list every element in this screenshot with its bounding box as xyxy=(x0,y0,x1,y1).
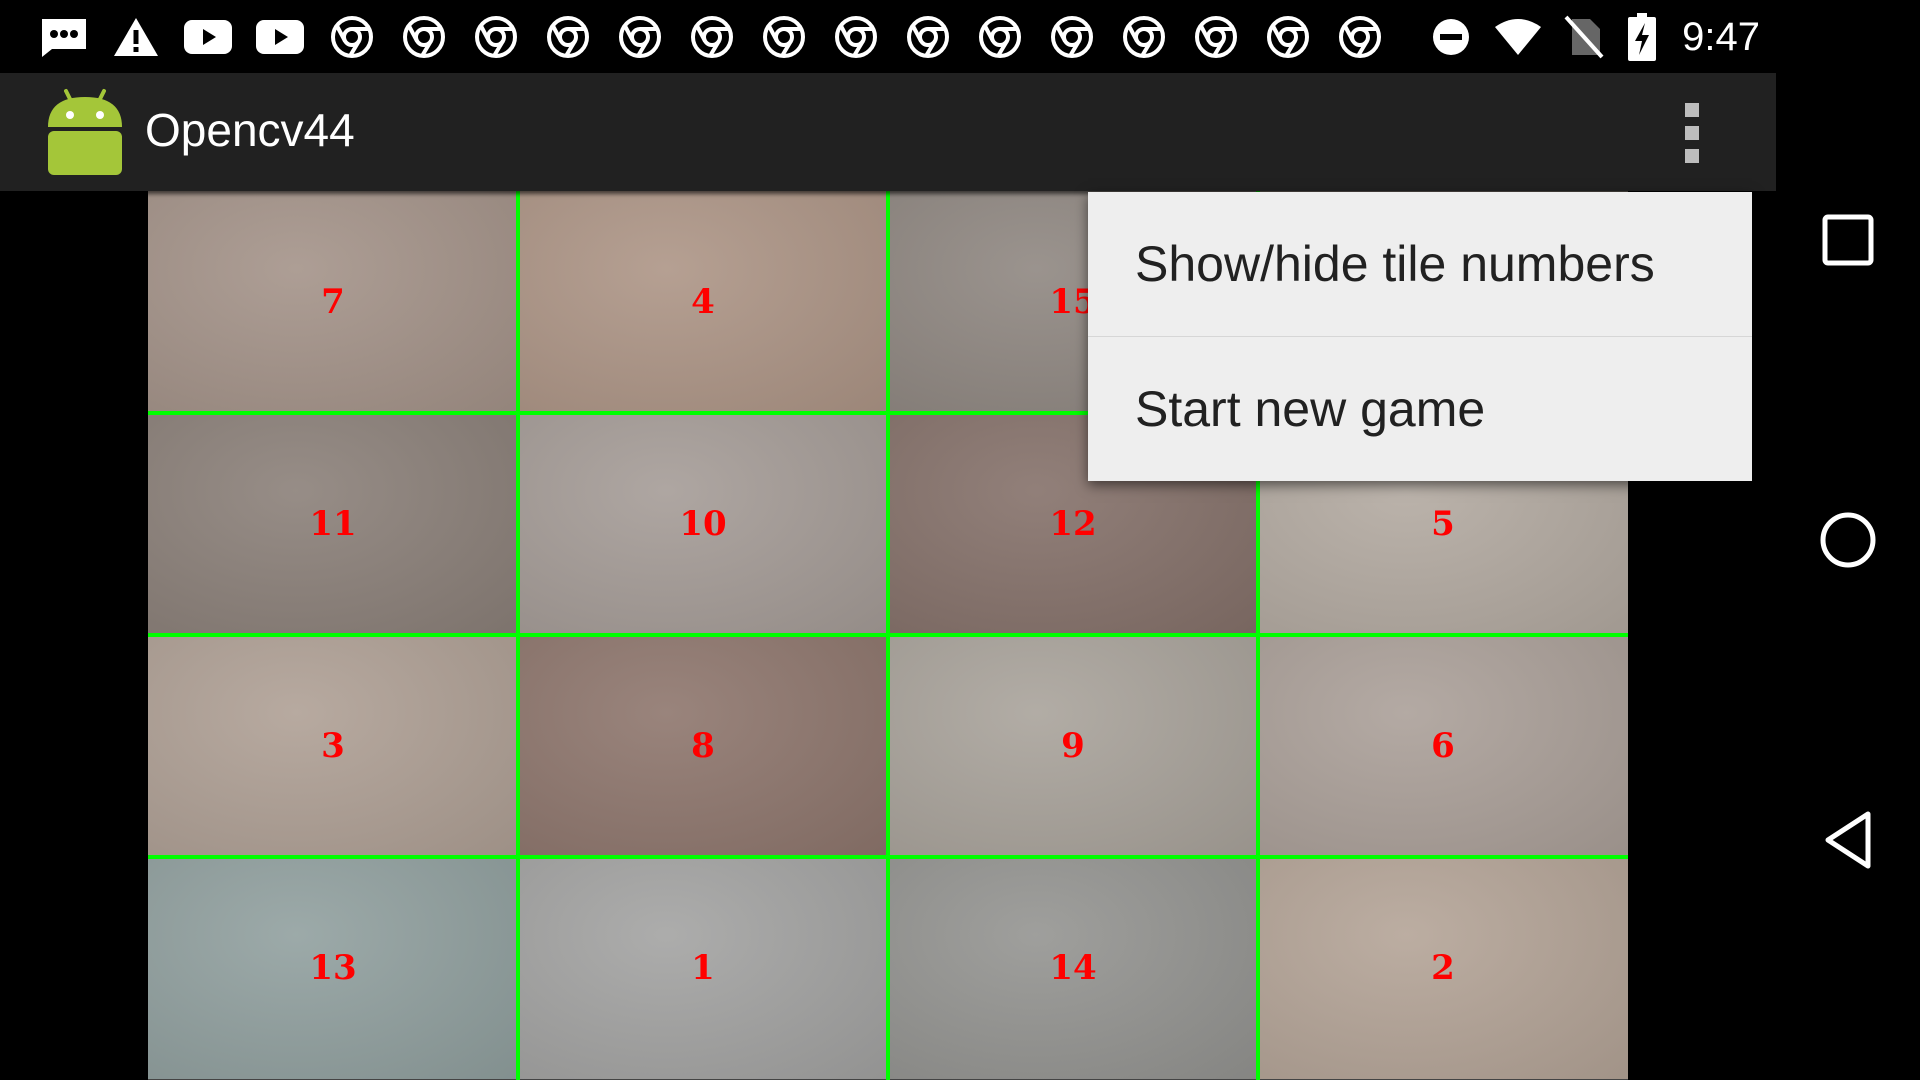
device-screen: 9:47 Opencv44 7 4 15 11 10 12 5 3 8 9 6 13 1 14 2 Show… xyxy=(0,0,1920,1080)
overflow-popup-menu: Show/hide tile numbers Start new game xyxy=(1088,192,1752,481)
navigation-bar xyxy=(1776,0,1920,1080)
chrome-notification-icon xyxy=(460,12,532,62)
menu-item-show-hide-tile-numbers[interactable]: Show/hide tile numbers xyxy=(1088,192,1752,336)
youtube-notification-icon xyxy=(244,12,316,62)
warning-notification-icon xyxy=(100,12,172,62)
tile-number: 7 xyxy=(321,282,345,322)
home-icon xyxy=(1820,512,1876,568)
action-bar: Opencv44 xyxy=(0,73,1776,191)
home-button[interactable] xyxy=(1808,500,1888,580)
messages-notification-icon xyxy=(28,12,100,62)
menu-item-start-new-game[interactable]: Start new game xyxy=(1088,337,1752,481)
wifi-icon xyxy=(1490,12,1546,62)
grid-line xyxy=(148,855,1628,859)
chrome-notification-icon xyxy=(964,12,1036,62)
puzzle-tile[interactable]: 11 xyxy=(148,413,518,635)
battery-charging-icon xyxy=(1622,12,1662,62)
puzzle-tile[interactable]: 2 xyxy=(1258,857,1628,1079)
tile-number: 13 xyxy=(309,948,357,988)
back-button[interactable] xyxy=(1808,800,1888,880)
tile-number: 8 xyxy=(691,726,715,766)
tile-number: 6 xyxy=(1431,726,1455,766)
puzzle-tile[interactable]: 10 xyxy=(518,413,888,635)
chrome-notification-icon xyxy=(1324,12,1396,62)
overflow-menu-button[interactable] xyxy=(1672,97,1712,169)
tile-number: 5 xyxy=(1431,504,1455,544)
tile-number: 3 xyxy=(321,726,345,766)
chrome-notification-icon xyxy=(676,12,748,62)
puzzle-tile[interactable]: 7 xyxy=(148,191,518,413)
tile-number: 2 xyxy=(1431,948,1455,988)
puzzle-tile[interactable]: 6 xyxy=(1258,635,1628,857)
status-bar: 9:47 xyxy=(0,0,1776,73)
chrome-notification-icon xyxy=(388,12,460,62)
tile-number: 12 xyxy=(1049,504,1097,544)
tile-number: 10 xyxy=(679,504,727,544)
tile-number: 11 xyxy=(309,504,357,544)
chrome-notification-icon xyxy=(1180,12,1252,62)
system-status-icons: 9:47 xyxy=(1426,12,1760,62)
tile-number: 9 xyxy=(1061,726,1085,766)
youtube-notification-icon xyxy=(172,12,244,62)
no-sim-icon xyxy=(1560,12,1608,62)
puzzle-tile[interactable]: 1 xyxy=(518,857,888,1079)
chrome-notification-icon xyxy=(892,12,964,62)
tile-number: 4 xyxy=(691,282,715,322)
app-title: Opencv44 xyxy=(145,104,355,156)
back-icon xyxy=(1825,811,1871,869)
chrome-notification-icon xyxy=(532,12,604,62)
puzzle-tile[interactable]: 4 xyxy=(518,191,888,413)
notification-icons xyxy=(28,12,1396,62)
status-clock: 9:47 xyxy=(1682,14,1760,59)
chrome-notification-icon xyxy=(1252,12,1324,62)
chrome-notification-icon xyxy=(1036,12,1108,62)
chrome-notification-icon xyxy=(748,12,820,62)
puzzle-tile[interactable]: 8 xyxy=(518,635,888,857)
tile-number: 1 xyxy=(691,948,715,988)
tile-number: 14 xyxy=(1049,948,1097,988)
puzzle-tile[interactable]: 13 xyxy=(148,857,518,1079)
puzzle-tile[interactable]: 9 xyxy=(888,635,1258,857)
chrome-notification-icon xyxy=(604,12,676,62)
grid-line xyxy=(148,633,1628,637)
android-robot-icon xyxy=(44,87,126,177)
chrome-notification-icon xyxy=(316,12,388,62)
recents-button[interactable] xyxy=(1808,200,1888,280)
recents-icon xyxy=(1822,214,1874,266)
puzzle-tile[interactable]: 3 xyxy=(148,635,518,857)
do-not-disturb-icon xyxy=(1426,12,1476,62)
overflow-menu-icon xyxy=(1685,103,1699,117)
chrome-notification-icon xyxy=(820,12,892,62)
puzzle-tile[interactable]: 14 xyxy=(888,857,1258,1079)
chrome-notification-icon xyxy=(1108,12,1180,62)
